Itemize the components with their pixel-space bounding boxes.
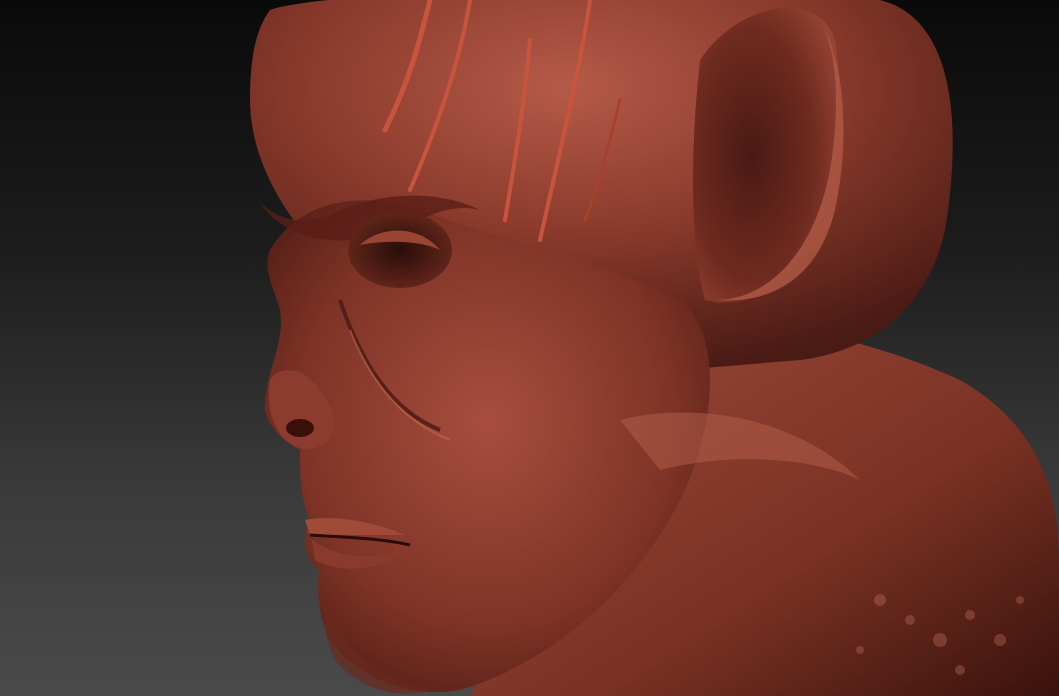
nostril bbox=[286, 419, 314, 437]
eye-socket bbox=[348, 212, 452, 288]
sculpt-viewport bbox=[0, 0, 1059, 696]
alien-head-sculpt bbox=[250, 0, 1059, 696]
